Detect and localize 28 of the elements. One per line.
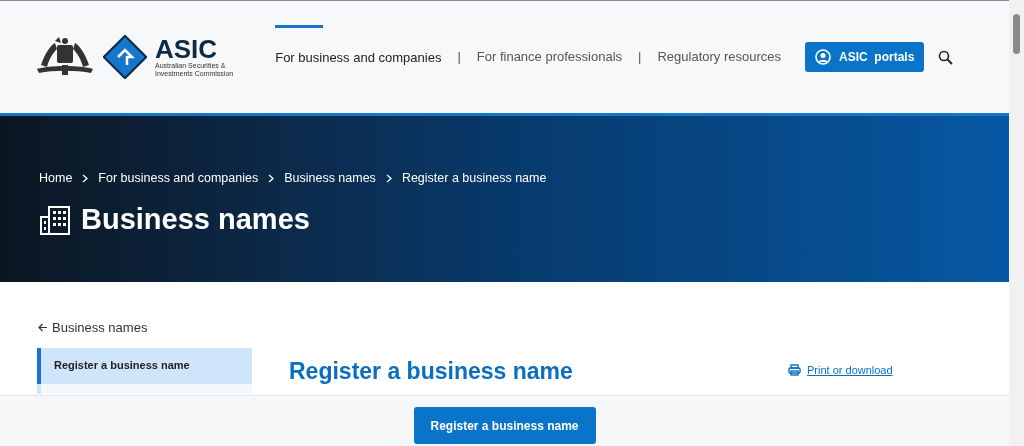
nav-active-indicator <box>275 25 324 28</box>
breadcrumb-link[interactable]: Business names <box>284 169 376 188</box>
page-title: Business names <box>81 201 310 237</box>
nav-separator: | <box>638 48 642 67</box>
sidebar-item[interactable]: Register a business name <box>37 347 252 384</box>
back-link[interactable]: Business names <box>38 318 148 338</box>
register-button[interactable]: Register a business name <box>413 407 596 444</box>
breadcrumb-link[interactable]: Home <box>39 169 73 188</box>
breadcrumb-current: Register a business name <box>401 170 547 187</box>
scrollbar-thumb[interactable] <box>1013 14 1020 54</box>
nav-link[interactable]: For business and companies <box>275 50 442 65</box>
building-icon <box>39 204 73 235</box>
logo-wordmark: ASIC <box>155 36 218 62</box>
arrow-left-icon <box>38 323 48 333</box>
chevron-right-icon <box>385 173 392 183</box>
user-icon <box>815 49 831 65</box>
printer-icon <box>788 364 801 377</box>
nav-link[interactable]: Regulatory resources <box>657 47 781 67</box>
nav-link[interactable]: For finance professionals <box>476 47 623 67</box>
portals-button[interactable]: ASIC portals <box>805 42 925 72</box>
breadcrumb-link[interactable]: For business and companies <box>98 169 259 188</box>
print-link[interactable]: Print or download <box>788 362 893 379</box>
scrollbar[interactable] <box>1009 0 1024 446</box>
nav-separator: | <box>457 48 461 67</box>
section-heading: Register a business name <box>289 357 574 386</box>
chevron-right-icon <box>82 173 89 183</box>
chevron-right-icon <box>268 173 275 183</box>
search-icon[interactable] <box>938 49 954 65</box>
